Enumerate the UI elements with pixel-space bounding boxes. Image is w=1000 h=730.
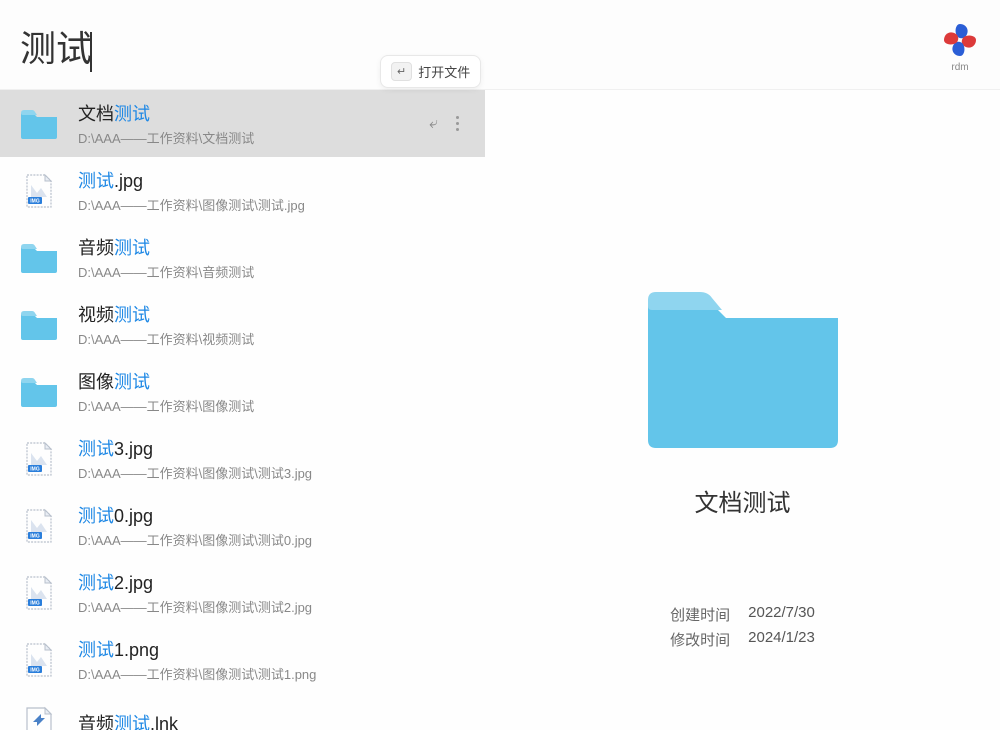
- search-input-text[interactable]: 测试: [20, 28, 92, 69]
- open-file-tooltip: ↵ 打开文件: [380, 55, 481, 88]
- result-actions: ⤶: [429, 115, 467, 133]
- result-item-4[interactable]: 图像测试 D:\AAA——工作资料\图像测试: [0, 358, 485, 425]
- result-item-9[interactable]: 音频测试.lnk: [0, 693, 485, 730]
- result-title: 测试0.jpg: [78, 502, 467, 528]
- title-highlight: 测试: [78, 171, 114, 191]
- title-highlight: 测试: [78, 640, 114, 660]
- preview-pane: 文档测试 创建时间 2022/7/30 修改时间 2024/1/23: [485, 90, 1000, 730]
- title-highlight: 测试: [114, 305, 150, 325]
- result-item-5[interactable]: IMG 测试3.jpg D:\AAA——工作资料\图像测试\测试3.jpg: [0, 425, 485, 492]
- preview-title: 文档测试: [695, 483, 791, 518]
- shortcut-icon: [18, 703, 60, 730]
- result-path: D:\AAA——工作资料\图像测试\测试2.jpg: [78, 597, 467, 616]
- result-item-6[interactable]: IMG 测试0.jpg D:\AAA——工作资料\图像测试\测试0.jpg: [0, 492, 485, 559]
- result-path: D:\AAA——工作资料\音频测试: [78, 262, 467, 281]
- result-title: 测试1.png: [78, 636, 467, 662]
- modified-label: 修改时间: [670, 629, 730, 650]
- result-text: 音频测试.lnk: [78, 710, 467, 730]
- svg-text:IMG: IMG: [30, 533, 40, 539]
- image-file-icon: IMG: [18, 639, 60, 681]
- result-title: 测试.jpg: [78, 167, 467, 193]
- result-title: 图像测试: [78, 368, 467, 394]
- result-item-7[interactable]: IMG 测试2.jpg D:\AAA——工作资料\图像测试\测试2.jpg: [0, 559, 485, 626]
- folder-icon: [18, 237, 60, 279]
- created-label: 创建时间: [670, 604, 730, 625]
- content-area: 文档测试D:\AAA——工作资料\文档测试⤶IMG测试.jpgD:\AAA——工…: [0, 90, 1000, 730]
- result-path: D:\AAA——工作资料\图像测试\测试0.jpg: [78, 530, 467, 549]
- folder-icon: [18, 371, 60, 413]
- title-prefix: 文档: [78, 104, 114, 124]
- svg-text:IMG: IMG: [30, 198, 40, 204]
- result-text: 音频测试 D:\AAA——工作资料\音频测试: [78, 234, 467, 281]
- folder-icon: [18, 304, 60, 346]
- result-text: 测试1.png D:\AAA——工作资料\图像测试\测试1.png: [78, 636, 467, 683]
- enter-key-icon: ↵: [391, 62, 412, 81]
- open-enter-icon[interactable]: ⤶: [429, 115, 438, 133]
- preview-folder-icon: [638, 280, 848, 455]
- result-text: 测试3.jpg D:\AAA——工作资料\图像测试\测试3.jpg: [78, 435, 467, 482]
- image-file-icon: IMG: [18, 438, 60, 480]
- result-item-8[interactable]: IMG 测试1.png D:\AAA——工作资料\图像测试\测试1.png: [0, 626, 485, 693]
- title-prefix: 音频: [78, 714, 114, 730]
- result-path: D:\AAA——工作资料\图像测试\测试3.jpg: [78, 463, 467, 482]
- result-text: 测试.jpg D:\AAA——工作资料\图像测试\测试.jpg: [78, 167, 467, 214]
- result-path: D:\AAA——工作资料\图像测试\测试1.png: [78, 664, 467, 683]
- title-suffix: 3.jpg: [114, 439, 153, 459]
- folder-icon: [18, 103, 60, 145]
- result-text: 视频测试 D:\AAA——工作资料\视频测试: [78, 301, 467, 348]
- title-prefix: 视频: [78, 305, 114, 325]
- results-list[interactable]: 文档测试D:\AAA——工作资料\文档测试⤶IMG测试.jpgD:\AAA——工…: [0, 90, 485, 730]
- app-logo-icon: [940, 20, 980, 60]
- result-title: 测试2.jpg: [78, 569, 467, 595]
- result-text: 文档测试 D:\AAA——工作资料\文档测试: [78, 100, 429, 147]
- title-highlight: 测试: [114, 372, 150, 392]
- result-item-0[interactable]: 文档测试 D:\AAA——工作资料\文档测试⤶: [0, 90, 485, 157]
- result-item-2[interactable]: 音频测试 D:\AAA——工作资料\音频测试: [0, 224, 485, 291]
- title-highlight: 测试: [114, 104, 150, 124]
- result-path: D:\AAA——工作资料\视频测试: [78, 329, 467, 348]
- image-file-icon: IMG: [18, 505, 60, 547]
- title-highlight: 测试: [114, 238, 150, 258]
- text-caret: [90, 32, 92, 72]
- result-path: D:\AAA——工作资料\图像测试\测试.jpg: [78, 195, 467, 214]
- title-highlight: 测试: [78, 439, 114, 459]
- result-title: 测试3.jpg: [78, 435, 467, 461]
- result-title: 文档测试: [78, 100, 429, 126]
- title-suffix: .jpg: [114, 171, 143, 191]
- result-title: 音频测试.lnk: [78, 710, 467, 730]
- logo-area: rdm: [940, 20, 980, 73]
- svg-text:IMG: IMG: [30, 466, 40, 472]
- image-file-icon: IMG: [18, 572, 60, 614]
- header-bar: 测试 ↵ 打开文件 rdm: [0, 0, 1000, 90]
- created-value: 2022/7/30: [748, 604, 815, 625]
- title-prefix: 音频: [78, 238, 114, 258]
- svg-text:IMG: IMG: [30, 667, 40, 673]
- title-highlight: 测试: [114, 714, 150, 730]
- title-prefix: 图像: [78, 372, 114, 392]
- title-suffix: 0.jpg: [114, 506, 153, 526]
- title-highlight: 测试: [78, 506, 114, 526]
- result-text: 图像测试 D:\AAA——工作资料\图像测试: [78, 368, 467, 415]
- preview-metadata: 创建时间 2022/7/30 修改时间 2024/1/23: [670, 600, 815, 650]
- result-path: D:\AAA——工作资料\文档测试: [78, 128, 429, 147]
- modified-value: 2024/1/23: [748, 629, 815, 650]
- more-menu-icon[interactable]: [456, 116, 459, 131]
- tooltip-label: 打开文件: [418, 62, 470, 81]
- image-file-icon: IMG: [18, 170, 60, 212]
- svg-text:IMG: IMG: [30, 600, 40, 606]
- title-suffix: .lnk: [150, 714, 178, 730]
- result-item-3[interactable]: 视频测试 D:\AAA——工作资料\视频测试: [0, 291, 485, 358]
- logo-text: rdm: [951, 62, 968, 73]
- result-text: 测试2.jpg D:\AAA——工作资料\图像测试\测试2.jpg: [78, 569, 467, 616]
- title-suffix: 2.jpg: [114, 573, 153, 593]
- title-suffix: 1.png: [114, 640, 159, 660]
- result-path: D:\AAA——工作资料\图像测试: [78, 396, 467, 415]
- result-title: 视频测试: [78, 301, 467, 327]
- result-title: 音频测试: [78, 234, 467, 260]
- result-text: 测试0.jpg D:\AAA——工作资料\图像测试\测试0.jpg: [78, 502, 467, 549]
- title-highlight: 测试: [78, 573, 114, 593]
- result-item-1[interactable]: IMG 测试.jpg D:\AAA——工作资料\图像测试\测试.jpg: [0, 157, 485, 224]
